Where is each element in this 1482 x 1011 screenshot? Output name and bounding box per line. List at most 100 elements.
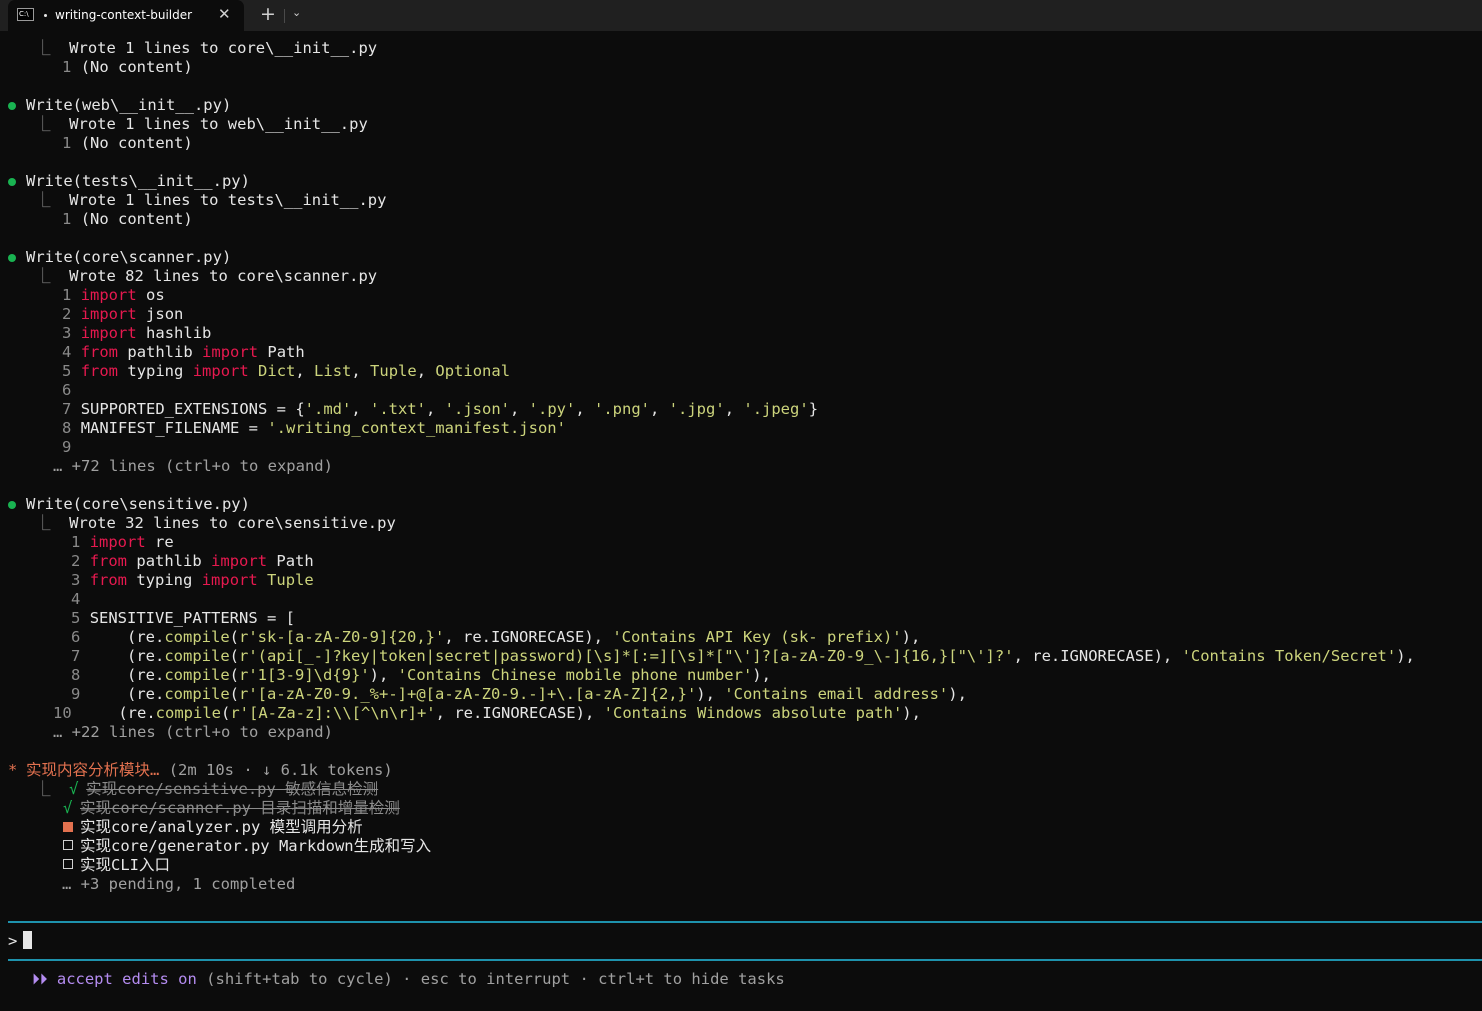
- module-name: typing: [136, 571, 193, 589]
- type-name: Tuple: [267, 571, 314, 589]
- expand-hint[interactable]: … +72 lines (ctrl+o to expand): [0, 457, 1482, 476]
- bullet-icon: [8, 254, 16, 262]
- line-number: 3: [62, 324, 72, 342]
- output-line: ⎿ Wrote 32 lines to core\sensitive.py: [0, 514, 1482, 533]
- function-name: compile: [164, 666, 230, 684]
- output-line: ⎿ Wrote 82 lines to core\scanner.py: [0, 267, 1482, 286]
- task-meta: (2m 10s · ↓ 6.1k tokens): [168, 761, 393, 779]
- tool-call-text: Write(tests\__init__.py): [26, 172, 250, 190]
- spinner-star-icon: *: [8, 761, 18, 779]
- terminal-output: ⎿ Wrote 1 lines to core\__init__.py 1 (N…: [0, 39, 1482, 894]
- keyword: import: [80, 305, 137, 323]
- tool-call-text: Write(web\__init__.py): [26, 96, 232, 114]
- tool-call-line: Write(tests\__init__.py): [0, 172, 1482, 191]
- string-literal: 'Contains API Key (sk- prefix)': [612, 628, 902, 646]
- keyword: import: [201, 571, 258, 589]
- code-line: 3 import hashlib: [0, 324, 1482, 343]
- line-number: 1: [62, 134, 72, 152]
- module-name: pathlib: [136, 552, 202, 570]
- code-line: 1 (No content): [0, 134, 1482, 153]
- string-literal: '.jpg': [668, 400, 725, 418]
- keyword: import: [80, 286, 137, 304]
- expand-hint[interactable]: … +22 lines (ctrl+o to expand): [0, 723, 1482, 742]
- code-line: 2 import json: [0, 305, 1482, 324]
- code-line: 7 (re.compile(r'(api[_-]?key|token|secre…: [71, 647, 1415, 665]
- function-name: compile: [164, 628, 230, 646]
- type-name: Tuple: [370, 362, 417, 380]
- mode-label[interactable]: accept edits on: [57, 970, 197, 988]
- line-number: 7: [62, 400, 72, 418]
- code-line: 6: [0, 381, 1482, 400]
- line-number: 5: [62, 362, 72, 380]
- type-name: Optional: [435, 362, 511, 380]
- code-line: 8 (re.compile(r'1[3-9]\d{9}'), 'Contains…: [71, 666, 771, 684]
- input-top-rule: [8, 921, 1482, 923]
- line-number: 2: [71, 552, 81, 570]
- tree-connector: ⎿: [35, 39, 70, 57]
- write-result-text: Wrote 1 lines to tests\__init__.py: [69, 191, 387, 209]
- string-literal: 'Contains Windows absolute path': [603, 704, 903, 722]
- regex-literal: r'sk-[a-zA-Z0-9]{20,}': [239, 628, 445, 646]
- output-line: ⎿ Wrote 1 lines to tests\__init__.py: [0, 191, 1482, 210]
- module-name: os: [146, 286, 165, 304]
- line-number: 8: [71, 666, 81, 684]
- type-name: List: [314, 362, 352, 380]
- function-name: compile: [155, 704, 221, 722]
- tool-call-line: Write(core\sensitive.py): [0, 495, 1482, 514]
- input-bottom-rule: [8, 959, 1482, 961]
- todo-item: 实现core/generator.py Markdown生成和写入: [0, 837, 1482, 856]
- unsaved-dot-icon: [44, 14, 47, 17]
- line-number: 5: [71, 609, 81, 627]
- tool-call-line: Write(web\__init__.py): [0, 96, 1482, 115]
- string-literal: 'Contains Chinese mobile phone number': [397, 666, 753, 684]
- regex-literal: r'(api[_-]?key|token|secret|password)[\s…: [239, 647, 1014, 665]
- new-tab-button[interactable]: +: [260, 3, 276, 25]
- status-bar: ⏵⏵ accept edits on (shift+tab to cycle) …: [32, 970, 785, 989]
- code-text: (No content): [80, 210, 193, 228]
- code-line: 1 import re: [0, 533, 1482, 552]
- todo-text: 实现core/sensitive.py 敏感信息检测: [86, 780, 379, 798]
- chevron-down-icon[interactable]: ⌄: [292, 6, 301, 19]
- line-number: 1: [62, 58, 72, 76]
- line-number: 9: [71, 685, 81, 703]
- check-icon: √: [63, 799, 73, 817]
- string-literal: '.txt': [370, 400, 426, 418]
- line-number: 3: [71, 571, 81, 589]
- keyword: from: [80, 362, 119, 380]
- line-number: 10: [53, 704, 72, 722]
- code-line: 9: [0, 438, 1482, 457]
- function-name: compile: [164, 685, 230, 703]
- code-line: 2 from pathlib import Path: [0, 552, 1482, 571]
- code-text: (No content): [80, 58, 193, 76]
- todo-item: 实现CLI入口: [0, 856, 1482, 875]
- tree-connector: ⎿: [35, 191, 70, 209]
- string-literal: '.jpeg': [743, 400, 809, 418]
- keyword: from: [89, 571, 128, 589]
- output-line: ⎿ Wrote 1 lines to web\__init__.py: [0, 115, 1482, 134]
- code-text: (No content): [80, 134, 193, 152]
- tool-call-line: Write(core\scanner.py): [0, 248, 1482, 267]
- module-name: hashlib: [146, 324, 212, 342]
- line-number: 1: [62, 286, 72, 304]
- todo-item: ⎿ √ 实现core/sensitive.py 敏感信息检测: [0, 780, 1482, 799]
- class-name: Path: [267, 343, 305, 361]
- mode-arrows-icon: ⏵⏵: [32, 970, 48, 988]
- close-icon[interactable]: ✕: [218, 5, 231, 23]
- terminal-tab[interactable]: C:\ writing-context-builder ✕: [8, 0, 244, 31]
- line-number: 1: [71, 533, 81, 551]
- string-literal: '.writing_context_manifest.json': [267, 419, 566, 437]
- line-number: 8: [62, 419, 72, 437]
- in-progress-square-icon: [63, 822, 73, 832]
- line-number: 4: [62, 343, 72, 361]
- todo-text: 实现core/analyzer.py 模型调用分析: [80, 818, 363, 836]
- module-name: typing: [127, 362, 184, 380]
- bullet-icon: [8, 178, 16, 186]
- prompt-input[interactable]: >: [8, 931, 33, 951]
- module-name: json: [146, 305, 184, 323]
- bullet-icon: [8, 102, 16, 110]
- string-literal: '.png': [594, 400, 651, 418]
- code-line: 4: [0, 590, 1482, 609]
- text-cursor: [23, 931, 33, 949]
